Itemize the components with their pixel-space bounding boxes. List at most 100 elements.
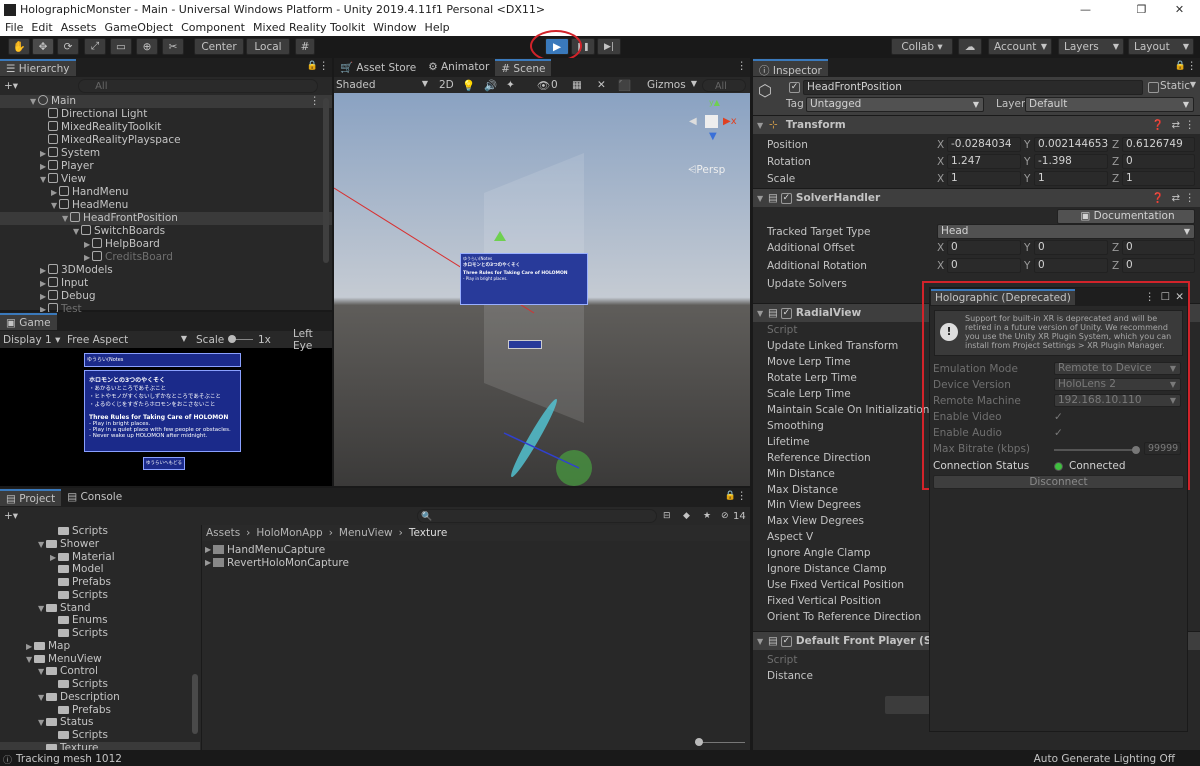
hierarchy-search-input[interactable]: All [78,79,319,93]
hand-tool-icon[interactable]: ✋ [8,38,30,55]
tools-icon[interactable]: ✕ [597,79,606,91]
display-dropdown[interactable]: Display 1 ▾ [3,334,60,346]
gizmo-left-icon[interactable]: ◀ [689,116,697,127]
chevron-icon[interactable]: ▼ [38,691,46,704]
hierarchy-item[interactable]: ▶ HandMenu [0,186,332,199]
transform-header[interactable]: ▼ ⊹ Transform ❓ ⇄ ⋮ [753,115,1200,134]
asset-item[interactable]: ▶ HandMenuCapture [202,543,750,556]
lighting-icon[interactable]: 💡 [462,79,475,92]
gizmo-z-icon[interactable]: ▼ [709,131,717,142]
chevron-icon[interactable]: ▼ [62,212,70,225]
move-tool-icon[interactable]: ✥ [32,38,54,55]
bitrate-input[interactable]: 99999 [1144,442,1181,455]
panel-menu-icon[interactable]: ⋮ [1187,60,1198,72]
lock-icon[interactable]: 🔒 [1175,61,1186,71]
documentation-button[interactable]: ▣ Documentation [1057,209,1195,224]
folder-item[interactable]: Model [0,563,200,576]
menu-edit[interactable]: Edit [31,21,52,34]
menu-file[interactable]: File [5,21,23,34]
asset-item[interactable]: ▶ RevertHoloMonCapture [202,556,750,569]
chevron-icon[interactable]: ▼ [40,173,48,186]
tab-inspector[interactable]: ⓘ Inspector [753,59,828,77]
folder-item[interactable]: ▼ MenuView [0,653,200,666]
icon-size-slider-thumb[interactable] [695,738,703,746]
maximize-icon[interactable]: ☐ [1161,291,1170,303]
type-filter-icon[interactable]: ⊟ [663,511,671,521]
folder-item[interactable]: ▼ Status [0,716,200,729]
offset-x-input[interactable]: 0 [947,240,1021,255]
folder-item[interactable]: Enums [0,614,200,627]
rect-tool-icon[interactable]: ▭ [110,38,132,55]
transform-y-input[interactable]: 0.002144653 [1034,137,1108,152]
panel-menu-icon[interactable]: ⋮ [737,60,748,72]
disconnect-button[interactable]: Disconnect [933,475,1184,489]
folder-item[interactable]: ▶ Material [0,551,200,564]
menu-mrtk[interactable]: Mixed Reality Toolkit [253,21,365,34]
chevron-icon[interactable]: ▼ [38,716,46,729]
hierarchy-item[interactable]: MixedRealityPlayspace [0,134,332,147]
layers-dropdown[interactable]: Layers ▼ [1058,38,1124,55]
panel-menu-icon[interactable]: ⋮ [319,60,330,72]
holographic-checkbox[interactable]: ✓ [1054,427,1063,439]
panel-menu-icon[interactable]: ⋮ [737,490,748,502]
persp-label[interactable]: ⩤Persp [688,164,725,177]
offset-z-input[interactable]: 0 [1122,240,1195,255]
radialview-enabled-checkbox[interactable]: ✓ [780,307,792,319]
menu-gameobject[interactable]: GameObject [105,21,174,34]
scene-menu-icon[interactable]: ⋮ [310,95,321,108]
gizmo-x-icon[interactable]: ▶x [723,116,737,127]
static-checkbox[interactable] [1148,82,1159,93]
transform-x-input[interactable]: -0.0284034 [947,137,1021,152]
tab-hierarchy[interactable]: ☰ Hierarchy [0,59,76,76]
hierarchy-item[interactable]: ▼ SwitchBoards [0,225,332,238]
folder-item[interactable]: Scripts [0,678,200,691]
pivot-local-button[interactable]: Local [246,38,290,55]
transform-x-input[interactable]: 1 [947,171,1021,186]
holographic-checkbox[interactable]: ✓ [1054,411,1063,423]
chevron-icon[interactable]: ▶ [51,186,59,199]
hierarchy-item[interactable]: ▶ Debug [0,290,332,303]
active-checkbox[interactable]: ✓ [789,82,800,93]
breadcrumb-menuview[interactable]: MenuView [339,527,393,539]
chevron-icon[interactable]: ▶ [40,277,48,290]
tab-project[interactable]: ▤ Project [0,489,62,506]
shading-dropdown[interactable]: Shaded ▼ [336,79,428,91]
folder-item[interactable]: ▼ Description [0,691,200,704]
folder-item[interactable]: ▼ Shower [0,538,200,551]
component-menu-icon[interactable]: ⋮ [1185,116,1196,135]
window-menu-icon[interactable]: ⋮ [1145,291,1156,303]
chevron-icon[interactable]: ▶ [40,264,48,277]
hierarchy-item[interactable]: ▶ HelpBoard [0,238,332,251]
chevron-icon[interactable]: ▼ [26,653,34,666]
status-message[interactable]: Tracking mesh 1012 [16,753,122,765]
hierarchy-item[interactable]: ▶ CreditsBoard [0,251,332,264]
label-filter-icon[interactable]: ◆ [683,511,690,521]
rotate-tool-icon[interactable]: ⟳ [57,38,79,55]
holographic-dropdown[interactable]: 192.168.10.110 ▼ [1054,394,1181,407]
tab-game[interactable]: ▣ Game [0,313,57,330]
hierarchy-item[interactable]: ▶ Player [0,160,332,173]
left-eye-dropdown[interactable]: Left Eye [293,328,332,352]
layer-dropdown[interactable]: Default ▼ [1025,97,1194,112]
scene-search-input[interactable]: All [702,78,746,92]
offset-y-input[interactable]: 0 [1034,240,1108,255]
lighting-status[interactable]: Auto Generate Lighting Off [1034,753,1175,765]
holographic-dropdown[interactable]: HoloLens 2 ▼ [1054,378,1181,391]
camera-icon[interactable]: ⬛ [618,79,631,92]
tab-holographic[interactable]: Holographic (Deprecated) [931,289,1075,305]
component-menu-icon[interactable]: ⋮ [1185,189,1196,208]
chevron-down-icon[interactable]: ▼ [1190,80,1196,89]
folder-item[interactable]: Scripts [0,589,200,602]
collab-button[interactable]: Collab ▾ [891,38,953,55]
grid-icon[interactable]: ▦ [572,79,582,91]
board-return-button[interactable]: ゆうらいへもどる [143,457,185,470]
gizmo-y-icon[interactable]: y▲ [709,98,720,107]
help-icon[interactable]: ❓ [1152,116,1164,135]
chevron-icon[interactable]: ▶ [84,238,92,251]
mode-2d-button[interactable]: 2D [439,79,454,91]
tab-console[interactable]: ▤ Console [61,489,129,506]
orientation-gizmo[interactable]: y▲ ◀ ▶x ▼ [689,98,744,148]
object-name-input[interactable]: HeadFrontPosition [803,80,1143,95]
menu-window[interactable]: Window [373,21,416,34]
folder-item[interactable]: Prefabs [0,704,200,717]
